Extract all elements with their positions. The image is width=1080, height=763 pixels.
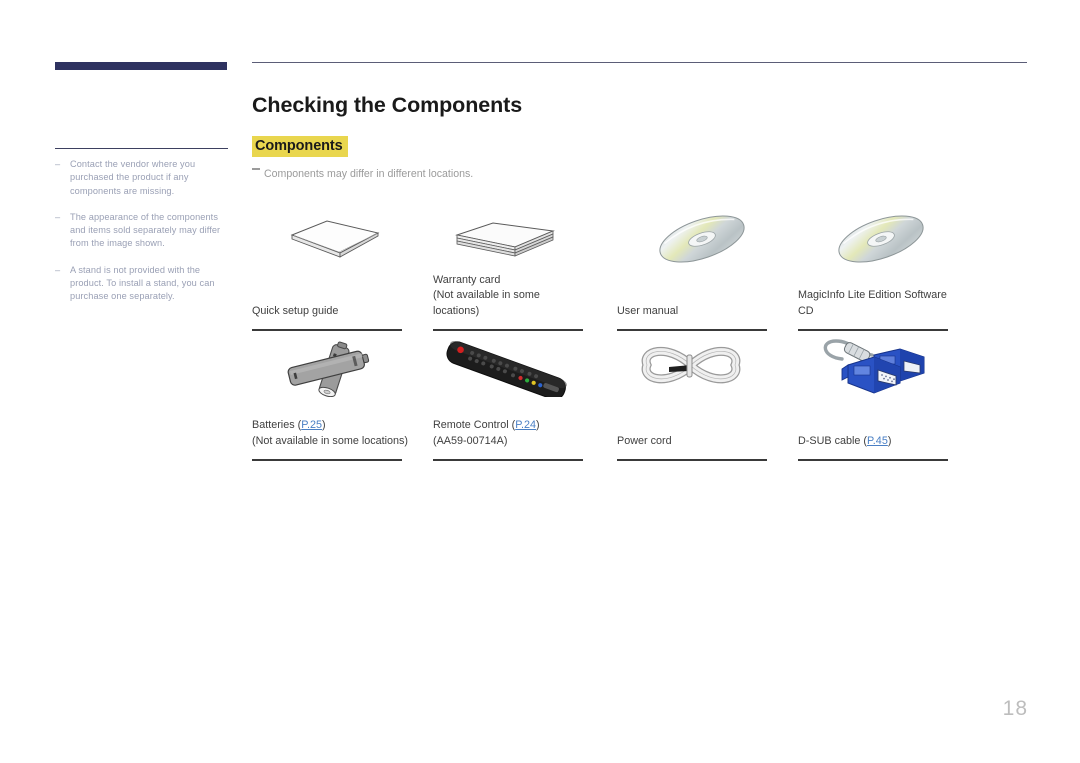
component-divider <box>798 329 948 331</box>
remote-control-icon <box>433 335 585 397</box>
booklet-icon <box>252 205 404 267</box>
component-label-text: Remote Control ( <box>433 419 516 431</box>
component-sublabel: (Not available in some locations) <box>252 434 409 447</box>
section-sub-note: Components may differ in different locat… <box>252 167 1027 181</box>
page-link[interactable]: P.45 <box>867 435 888 447</box>
sidebar-note: – The appearance of the components and i… <box>55 211 231 251</box>
main-header: Checking the Components Components Compo… <box>252 62 1027 181</box>
component-divider <box>798 459 948 461</box>
component-label-text: D-SUB cable ( <box>798 434 867 447</box>
component-labels: Quick setup guide <box>252 304 412 320</box>
component-label-text-end: ) <box>536 419 540 431</box>
component-power-cord: Power cord <box>617 335 769 461</box>
component-label: MagicInfo Lite Edition Software CD <box>798 289 947 317</box>
component-labels: D-SUB cable (P.45) <box>798 434 958 450</box>
card-stack-icon <box>433 205 585 267</box>
section-title-wrap: Components <box>252 136 1027 158</box>
component-batteries: Batteries (P.25) (Not available in some … <box>252 335 408 461</box>
cd-disc-icon <box>617 205 769 267</box>
components-grid: Quick setup guide Warranty card (Not ava… <box>252 205 1042 465</box>
component-quick-setup-guide: Quick setup guide <box>252 205 404 331</box>
sidebar-divider <box>55 148 228 149</box>
header-rule <box>252 62 1027 64</box>
components-row: Quick setup guide Warranty card (Not ava… <box>252 205 1042 335</box>
dash-marker-icon <box>252 168 260 170</box>
component-label: Power cord <box>617 434 777 450</box>
component-label-text-end: ) <box>887 434 892 447</box>
batteries-icon <box>252 335 404 397</box>
sidebar-note-text: A stand is not provided with the product… <box>70 264 215 302</box>
dash-marker: – <box>55 211 61 222</box>
component-label-text: Batteries ( <box>252 419 302 431</box>
sidebar: – Contact the vendor where you purchased… <box>55 62 230 301</box>
component-label-text-end: ) <box>322 419 326 431</box>
component-label: D-SUB cable (P.45) <box>798 434 958 450</box>
component-remote-control: Remote Control (P.24) (AA59-00714A) <box>433 335 585 461</box>
component-sublabel: (AA59-00714A) <box>433 434 508 447</box>
component-divider <box>433 329 583 331</box>
dash-marker: – <box>55 264 61 275</box>
component-warranty-card: Warranty card (Not available in some loc… <box>433 205 585 331</box>
dsub-cable-icon <box>798 335 950 397</box>
component-labels: User manual <box>617 304 777 320</box>
component-divider <box>433 459 583 461</box>
components-row: Batteries (P.25) (Not available in some … <box>252 335 1042 465</box>
component-magicinfo-software-cd: MagicInfo Lite Edition Software CD <box>798 205 950 331</box>
component-label: User manual <box>617 304 679 317</box>
sidebar-note-text: The appearance of the components and ite… <box>70 211 221 249</box>
component-sublabel: (Not available in some locations) <box>433 289 540 317</box>
component-user-manual: User manual <box>617 205 769 331</box>
component-label: Warranty card <box>433 273 501 286</box>
dash-marker: – <box>55 159 61 169</box>
component-divider <box>617 459 767 461</box>
sidebar-accent-bar <box>55 62 227 70</box>
component-divider <box>252 459 402 461</box>
sidebar-note: – A stand is not provided with the produ… <box>55 264 231 304</box>
component-labels: Power cord <box>617 434 777 450</box>
sidebar-note-text: Contact the vendor where you purchased t… <box>70 159 196 196</box>
component-divider <box>617 329 767 331</box>
component-label: Batteries (P.25) <box>252 418 412 434</box>
page-link[interactable]: P.25 <box>301 419 322 431</box>
sidebar-notes-list: – Contact the vendor where you purchased… <box>55 158 231 317</box>
page-title: Checking the Components <box>252 93 523 118</box>
page-number: 18 <box>1002 697 1028 720</box>
component-labels: Warranty card (Not available in some loc… <box>433 273 593 320</box>
power-cord-icon <box>617 335 769 397</box>
cd-disc-icon <box>798 205 950 267</box>
section-sub-note-text: Components may differ in different locat… <box>264 168 474 181</box>
component-label: Quick setup guide <box>252 304 339 317</box>
component-labels: MagicInfo Lite Edition Software CD <box>798 288 958 319</box>
component-label-text: Power cord <box>617 434 672 447</box>
component-divider <box>252 329 402 331</box>
page-link[interactable]: P.24 <box>515 419 536 431</box>
component-labels: Remote Control (P.24) (AA59-00714A) <box>433 418 593 449</box>
manual-page: – Contact the vendor where you purchased… <box>0 0 1080 763</box>
sidebar-note: – Contact the vendor where you purchased… <box>55 158 231 198</box>
component-labels: Batteries (P.25) (Not available in some … <box>252 418 412 449</box>
section-title: Components <box>252 136 348 158</box>
component-label: Remote Control (P.24) <box>433 418 593 434</box>
component-d-sub-cable: D-SUB cable (P.45) <box>798 335 950 461</box>
